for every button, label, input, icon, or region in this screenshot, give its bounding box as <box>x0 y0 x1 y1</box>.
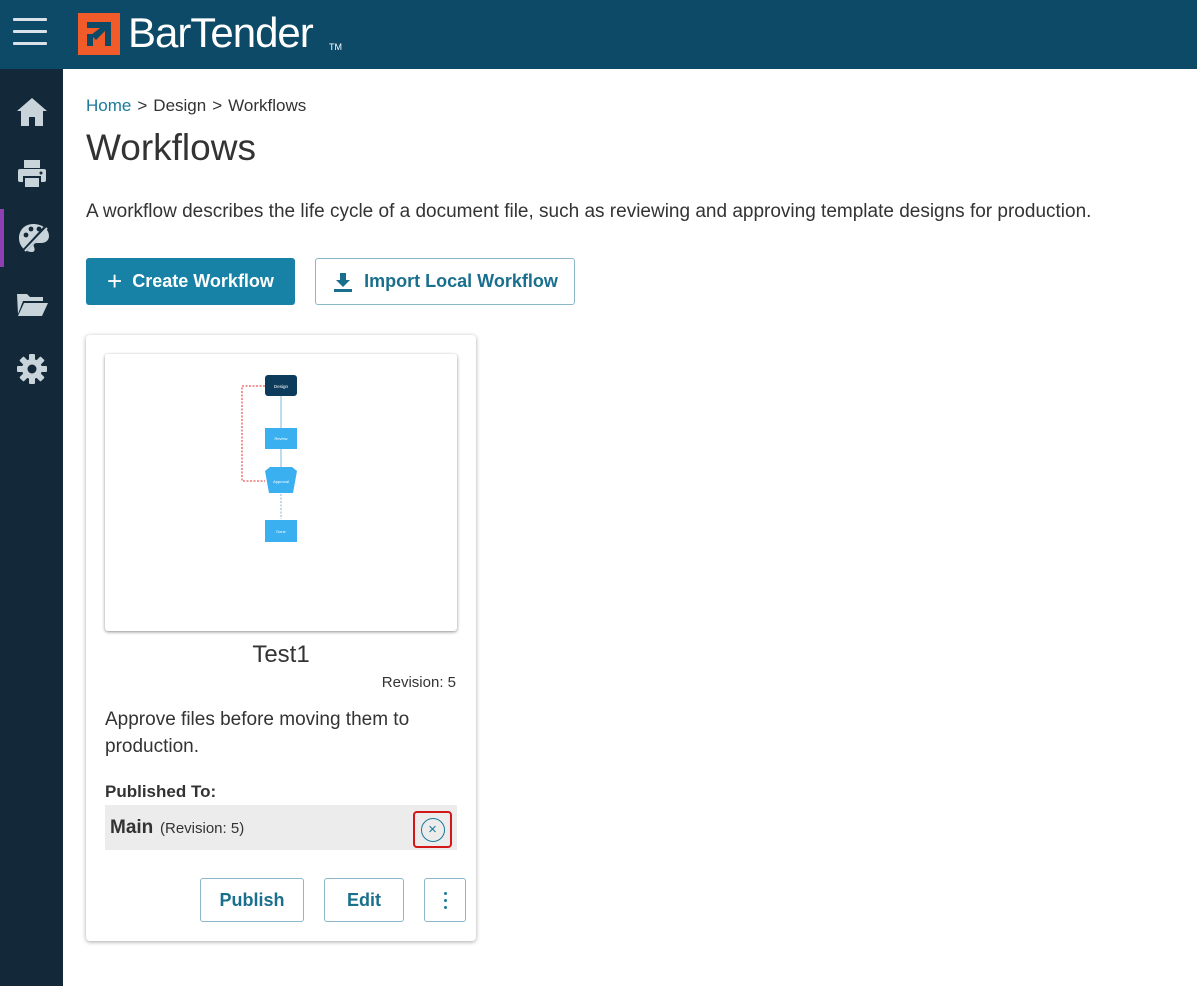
published-target-name: Main <box>110 817 154 838</box>
breadcrumb: Home > Design > Workflows <box>86 96 306 116</box>
hamburger-menu-icon[interactable] <box>12 15 48 49</box>
diagram-node-label: Review <box>274 436 287 441</box>
publish-button[interactable]: Publish <box>200 878 304 922</box>
brand-name: BarTender <box>128 9 314 56</box>
sidebar-item-settings[interactable] <box>0 340 63 398</box>
sidebar-item-design[interactable] <box>0 209 63 267</box>
folder-icon <box>16 294 48 316</box>
unpublish-button[interactable]: × <box>413 811 452 848</box>
design-palette-icon <box>18 224 49 254</box>
home-icon <box>16 98 47 126</box>
diagram-node-label: Approval <box>273 479 289 484</box>
workflow-card-title: Test1 <box>252 641 310 668</box>
close-circle-icon: × <box>420 817 445 842</box>
more-options-button[interactable] <box>424 878 466 922</box>
workflow-revision: Revision: 5 <box>381 674 456 691</box>
import-local-workflow-label: Import Local Workflow <box>364 271 558 291</box>
download-icon <box>334 272 353 292</box>
breadcrumb-design: Design <box>153 96 207 115</box>
breadcrumb-home-link[interactable]: Home <box>86 96 131 115</box>
diagram-node-label: Done <box>276 529 286 534</box>
published-target-row: Main (Revision: 5) × <box>105 805 457 850</box>
workflow-diagram: Design Review Approval Done <box>241 375 297 542</box>
create-workflow-button[interactable]: + Create Workflow <box>86 258 295 305</box>
create-workflow-label: Create Workflow <box>132 271 274 291</box>
trademark: TM <box>329 42 342 52</box>
sidebar <box>0 69 63 986</box>
edit-button[interactable]: Edit <box>324 878 404 922</box>
main-content: Home > Design > Workflows Workflows A workfl… <box>63 69 1197 986</box>
top-bar: BarTender TM <box>0 0 1197 69</box>
bartender-logo-icon <box>78 13 120 55</box>
gear-icon <box>16 354 47 384</box>
page-description: A workflow describes the life cycle of a… <box>86 201 1092 222</box>
page-title: Workflows <box>86 127 256 168</box>
breadcrumb-current: Workflows <box>228 96 307 115</box>
diagram-node-label: Design <box>274 384 289 389</box>
more-vertical-icon <box>443 891 447 909</box>
import-local-workflow-button[interactable]: Import Local Workflow <box>315 258 575 305</box>
workflow-card: Design Review Approval Done Test1 Revisi… <box>86 335 476 941</box>
sidebar-item-print[interactable] <box>0 145 63 203</box>
published-to-label: Published To: <box>105 782 217 801</box>
sidebar-item-library[interactable] <box>0 275 63 333</box>
published-target-revision: (Revision: 5) <box>160 820 245 837</box>
sidebar-item-home[interactable] <box>0 83 63 141</box>
workflow-diagram-thumbnail[interactable]: Design Review Approval Done <box>105 354 457 631</box>
printer-icon <box>17 160 46 189</box>
plus-icon: + <box>107 265 123 296</box>
breadcrumb-separator: > <box>137 96 148 115</box>
workflow-description: Approve files before moving them to prod… <box>105 709 410 757</box>
breadcrumb-separator: > <box>212 96 223 115</box>
